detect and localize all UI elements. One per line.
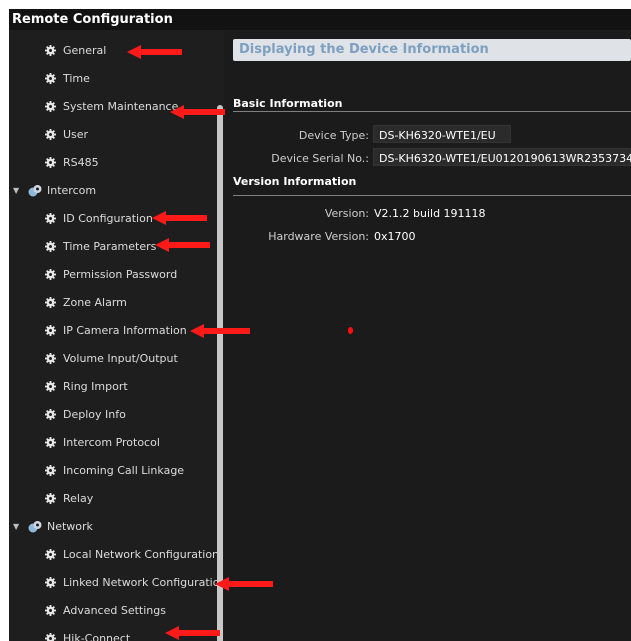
sidebar-item-rs485[interactable]: RS485: [9, 151, 219, 175]
annotation-arrow-icon: [155, 238, 210, 252]
gear-icon: [45, 465, 56, 476]
basic-info-heading: Basic Information: [233, 97, 343, 110]
section-divider: [233, 195, 631, 196]
gear-icon: [45, 633, 56, 641]
page-title: Displaying the Device Information: [233, 39, 631, 61]
gear-icon: [45, 129, 56, 140]
hardware-version-label: Hardware Version:: [268, 230, 369, 243]
sidebar-item-label: Deploy Info: [63, 408, 126, 421]
expand-caret-icon[interactable]: ▼: [13, 179, 19, 203]
gear-icon: [45, 577, 56, 588]
sidebar-item-label: Zone Alarm: [63, 296, 127, 309]
sidebar-item-label: Ring Import: [63, 380, 128, 393]
annotation-arrow-icon: [127, 45, 182, 59]
annotation-arrow-icon: [152, 211, 207, 225]
sidebar-item-label: ID Configuration: [63, 212, 153, 225]
sidebar-group-label: Intercom: [47, 184, 97, 197]
sidebar-item-label: General: [63, 44, 107, 57]
sidebar-item-label: Intercom Protocol: [63, 436, 160, 449]
sidebar-item-advanced-settings[interactable]: Advanced Settings: [9, 599, 219, 623]
sidebar-item-time[interactable]: Time: [9, 67, 219, 91]
annotation-arrow-icon: [215, 577, 273, 591]
gear-icon: [45, 381, 56, 392]
annotation-arrow-icon: [190, 324, 250, 338]
sidebar-item-general[interactable]: General: [9, 39, 219, 63]
serial-number-label: Device Serial No.:: [271, 152, 369, 165]
gear-icon: [45, 269, 56, 280]
sidebar-item-label: Volume Input/Output: [63, 352, 178, 365]
sidebar-item-label: RS485: [63, 156, 99, 169]
sidebar-item-incoming-call-linkage[interactable]: Incoming Call Linkage: [9, 459, 219, 483]
sidebar-item-label: Permission Password: [63, 268, 178, 281]
screenshot-top-margin: [0, 0, 631, 9]
sidebar-item-label: Time Parameters: [63, 240, 157, 253]
serial-number-value: DS-KH6320-WTE1/EU0120190613WR235373455C: [379, 152, 631, 165]
gear-icon: [45, 73, 56, 84]
sidebar-item-zone-alarm[interactable]: Zone Alarm: [9, 291, 219, 315]
sidebar-group-intercom[interactable]: ▼ Intercom: [9, 179, 219, 203]
section-divider: [233, 111, 631, 112]
network-group-icon: [28, 521, 42, 533]
sidebar-item-user[interactable]: User: [9, 123, 219, 147]
version-label: Version:: [324, 207, 369, 220]
sidebar-item-local-network-configuration[interactable]: Local Network Configuration: [9, 543, 219, 567]
gear-icon: [45, 493, 56, 504]
annotation-arrow-icon: [170, 105, 225, 119]
sidebar-item-deploy-info[interactable]: Deploy Info: [9, 403, 219, 427]
gear-icon: [45, 45, 56, 56]
sidebar-item-label: Linked Network Configuration: [63, 576, 227, 589]
sidebar-item-label: System Maintenance: [63, 100, 179, 113]
gear-icon: [45, 605, 56, 616]
sidebar-item-label: IP Camera Information: [63, 324, 187, 337]
hardware-version-value: 0x1700: [374, 230, 416, 243]
gear-icon: [45, 241, 56, 252]
sidebar-item-label: Relay: [63, 492, 94, 505]
sidebar-item-relay[interactable]: Relay: [9, 487, 219, 511]
gear-icon: [45, 213, 56, 224]
sidebar-item-label: Time: [63, 72, 90, 85]
sidebar-item-ring-import[interactable]: Ring Import: [9, 375, 219, 399]
sidebar-item-linked-network-configuration[interactable]: Linked Network Configuration: [9, 571, 226, 595]
sidebar-item-label: Hik-Connect: [63, 632, 131, 641]
remote-configuration-window: Remote Configuration General Time System…: [9, 9, 631, 641]
sidebar-item-label: Advanced Settings: [63, 604, 166, 617]
annotation-arrow-icon: [165, 626, 220, 640]
gear-icon: [45, 437, 56, 448]
gear-icon: [45, 297, 56, 308]
device-type-value: DS-KH6320-WTE1/EU: [379, 129, 496, 142]
version-info-heading: Version Information: [233, 175, 357, 188]
window-title: Remote Configuration: [9, 9, 631, 30]
gear-icon: [45, 157, 56, 168]
sidebar-item-intercom-protocol[interactable]: Intercom Protocol: [9, 431, 219, 455]
sidebar-item-permission-password[interactable]: Permission Password: [9, 263, 219, 287]
sidebar-item-label: Local Network Configuration: [63, 548, 220, 561]
sidebar-item-ip-camera-information[interactable]: IP Camera Information: [9, 319, 219, 343]
sidebar-item-label: User: [63, 128, 89, 141]
sidebar-scrollbar[interactable]: [217, 105, 223, 641]
intercom-group-icon: [28, 185, 42, 197]
gear-icon: [45, 409, 56, 420]
version-value: V2.1.2 build 191118: [374, 207, 486, 220]
expand-caret-icon[interactable]: ▼: [13, 515, 19, 539]
gear-icon: [45, 353, 56, 364]
sidebar-group-network[interactable]: ▼ Network: [9, 515, 219, 539]
gear-icon: [45, 325, 56, 336]
sidebar-group-label: Network: [47, 520, 93, 533]
gear-icon: [45, 549, 56, 560]
gear-icon: [45, 101, 56, 112]
sidebar-item-volume-input-output[interactable]: Volume Input/Output: [9, 347, 219, 371]
device-type-label: Device Type:: [298, 129, 369, 142]
annotation-dot: [348, 327, 353, 334]
sidebar-item-label: Incoming Call Linkage: [63, 464, 185, 477]
main-content: Displaying the Device Information Basic …: [224, 30, 631, 641]
